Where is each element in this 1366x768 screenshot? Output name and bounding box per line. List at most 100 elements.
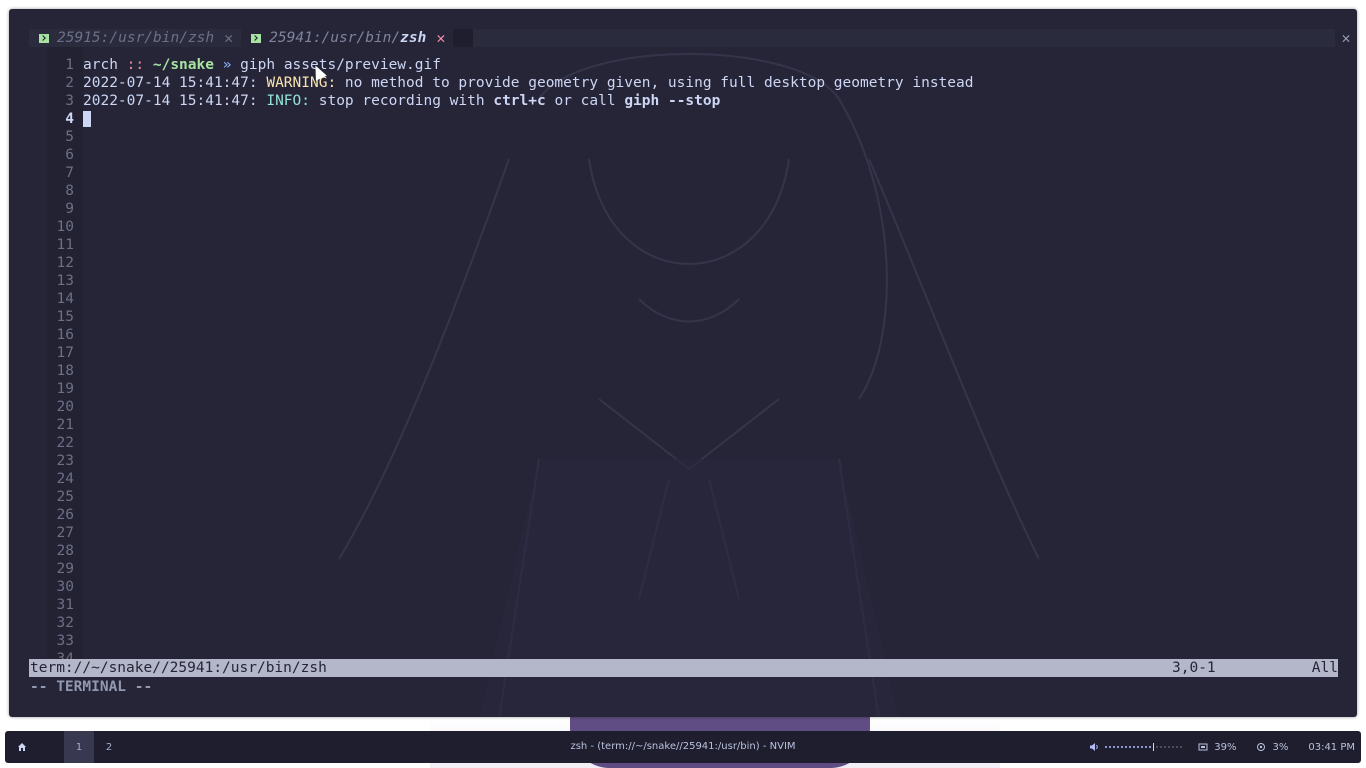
- tab-zsh-25941[interactable]: 25941:/usr/bin/zsh ✕: [241, 29, 454, 47]
- line-number: 14: [56, 291, 74, 307]
- line-number: 21: [56, 417, 74, 433]
- line-number: 30: [56, 579, 74, 595]
- taskbar: 1 2 zsh - (term://~/snake//25941:/usr/bi…: [5, 731, 1361, 763]
- cpu-usage: 3%: [1272, 741, 1289, 753]
- volume-dot: [1176, 746, 1179, 748]
- buffer-line: 28: [47, 542, 973, 560]
- log-command: giph --stop: [624, 93, 721, 109]
- volume-slider[interactable]: [1105, 743, 1183, 751]
- terminal-icon: [39, 33, 49, 43]
- tab-label-path: 25941:/usr/bin/: [269, 30, 401, 46]
- line-number: 16: [56, 327, 74, 343]
- line-number: 3: [65, 93, 74, 109]
- line-number: 33: [56, 633, 74, 649]
- buffer-line: 1 arch :: ~/snake » giph assets/preview.…: [47, 56, 973, 74]
- buffer-line: 20: [47, 398, 973, 416]
- line-number: 13: [56, 273, 74, 289]
- log-timestamp: 2022-07-14 15:41:47:: [83, 75, 258, 91]
- buffer-line: 11: [47, 236, 973, 254]
- prompt-separator: ::: [126, 57, 145, 73]
- buffer-line: 32: [47, 614, 973, 632]
- line-number: 17: [56, 345, 74, 361]
- line-number: 32: [56, 615, 74, 631]
- buffer-line: 22: [47, 434, 973, 452]
- volume-dot: [1133, 746, 1136, 748]
- line-number: 22: [56, 435, 74, 451]
- statusline: term://~/snake//25941:/usr/bin/zsh 3,0-1…: [29, 659, 1338, 677]
- buffer-line: 7: [47, 164, 973, 182]
- line-number: 29: [56, 561, 74, 577]
- volume-dot: [1164, 746, 1167, 748]
- line-number: 15: [56, 309, 74, 325]
- buffer-line: 5: [47, 128, 973, 146]
- buffer-line: 12: [47, 254, 973, 272]
- buffer-line: 30: [47, 578, 973, 596]
- buffer-line: 33: [47, 632, 973, 650]
- buffer-line: 21: [47, 416, 973, 434]
- buffer-line: 25: [47, 488, 973, 506]
- terminal-buffer[interactable]: 1 arch :: ~/snake » giph assets/preview.…: [47, 56, 974, 668]
- line-number: 10: [56, 219, 74, 235]
- tab-close-icon[interactable]: ✕: [436, 29, 445, 47]
- memory-icon: [1198, 742, 1208, 752]
- prompt-command: giph assets/preview.gif: [240, 57, 441, 73]
- line-number: 18: [56, 363, 74, 379]
- volume-dot: [1156, 746, 1159, 748]
- volume-dot: [1137, 746, 1140, 748]
- line-number: 28: [56, 543, 74, 559]
- line-number: 11: [56, 237, 74, 253]
- log-message: no method to provide geometry given, usi…: [344, 75, 974, 91]
- text-cursor: [83, 111, 91, 127]
- log-level-info: INFO:: [266, 93, 310, 109]
- volume-dot: [1121, 746, 1124, 748]
- line-number: 9: [65, 201, 74, 217]
- buffer-line: 3 2022-07-14 15:41:47: INFO: stop record…: [47, 92, 973, 110]
- tab-close-icon[interactable]: ✕: [224, 29, 233, 47]
- buffer-line: 8: [47, 182, 973, 200]
- volume-dot: [1160, 746, 1163, 748]
- buffer-line: 18: [47, 362, 973, 380]
- clock: 03:41 PM: [1308, 741, 1355, 753]
- line-number: 1: [65, 57, 74, 73]
- line-number: 20: [56, 399, 74, 415]
- line-number: 7: [65, 165, 74, 181]
- volume-dot: [1117, 746, 1120, 748]
- line-number: 12: [56, 255, 74, 271]
- line-number: 2: [65, 75, 74, 91]
- nvim-window[interactable]: 25915:/usr/bin/zsh ✕ 25941:/usr/bin/zsh …: [9, 9, 1357, 717]
- volume-dot: [1113, 746, 1116, 748]
- volume-dot: [1141, 746, 1144, 748]
- line-number: 4: [65, 111, 74, 127]
- volume-dot: [1168, 746, 1171, 748]
- cpu-icon: [1256, 742, 1266, 752]
- tab-zsh-25915[interactable]: 25915:/usr/bin/zsh ✕: [29, 29, 242, 47]
- log-message: or call: [554, 93, 616, 109]
- volume-dot: [1180, 746, 1183, 748]
- line-number: 25: [56, 489, 74, 505]
- buffer-line: 23: [47, 452, 973, 470]
- line-number: 31: [56, 597, 74, 613]
- line-number: 24: [56, 471, 74, 487]
- buffer-line: 16: [47, 326, 973, 344]
- prompt-user: arch: [83, 57, 118, 73]
- volume-knob[interactable]: [1153, 743, 1155, 751]
- buffer-line: 10: [47, 218, 973, 236]
- close-all-icon[interactable]: ✕: [1335, 29, 1357, 47]
- buffer-line: 9: [47, 200, 973, 218]
- buffer-line: 24: [47, 470, 973, 488]
- volume-dot: [1172, 746, 1175, 748]
- log-key: ctrl+c: [493, 93, 546, 109]
- tab-label-name: zsh: [400, 30, 427, 46]
- tabline: 25915:/usr/bin/zsh ✕ 25941:/usr/bin/zsh …: [29, 29, 1351, 47]
- system-tray: 39% 3% 03:41 PM: [1089, 731, 1355, 763]
- tabline-fill: [473, 29, 1335, 47]
- statusline-filename: term://~/snake//25941:/usr/bin/zsh: [30, 660, 327, 676]
- log-level-warning: WARNING:: [266, 75, 337, 91]
- volume-icon[interactable]: [1089, 742, 1099, 752]
- prompt-arrow: »: [222, 57, 232, 73]
- line-number: 27: [56, 525, 74, 541]
- line-number: 23: [56, 453, 74, 469]
- line-number: 5: [65, 129, 74, 145]
- tab-label: 25915:/usr/bin/zsh: [57, 30, 215, 46]
- volume-dot: [1125, 746, 1128, 748]
